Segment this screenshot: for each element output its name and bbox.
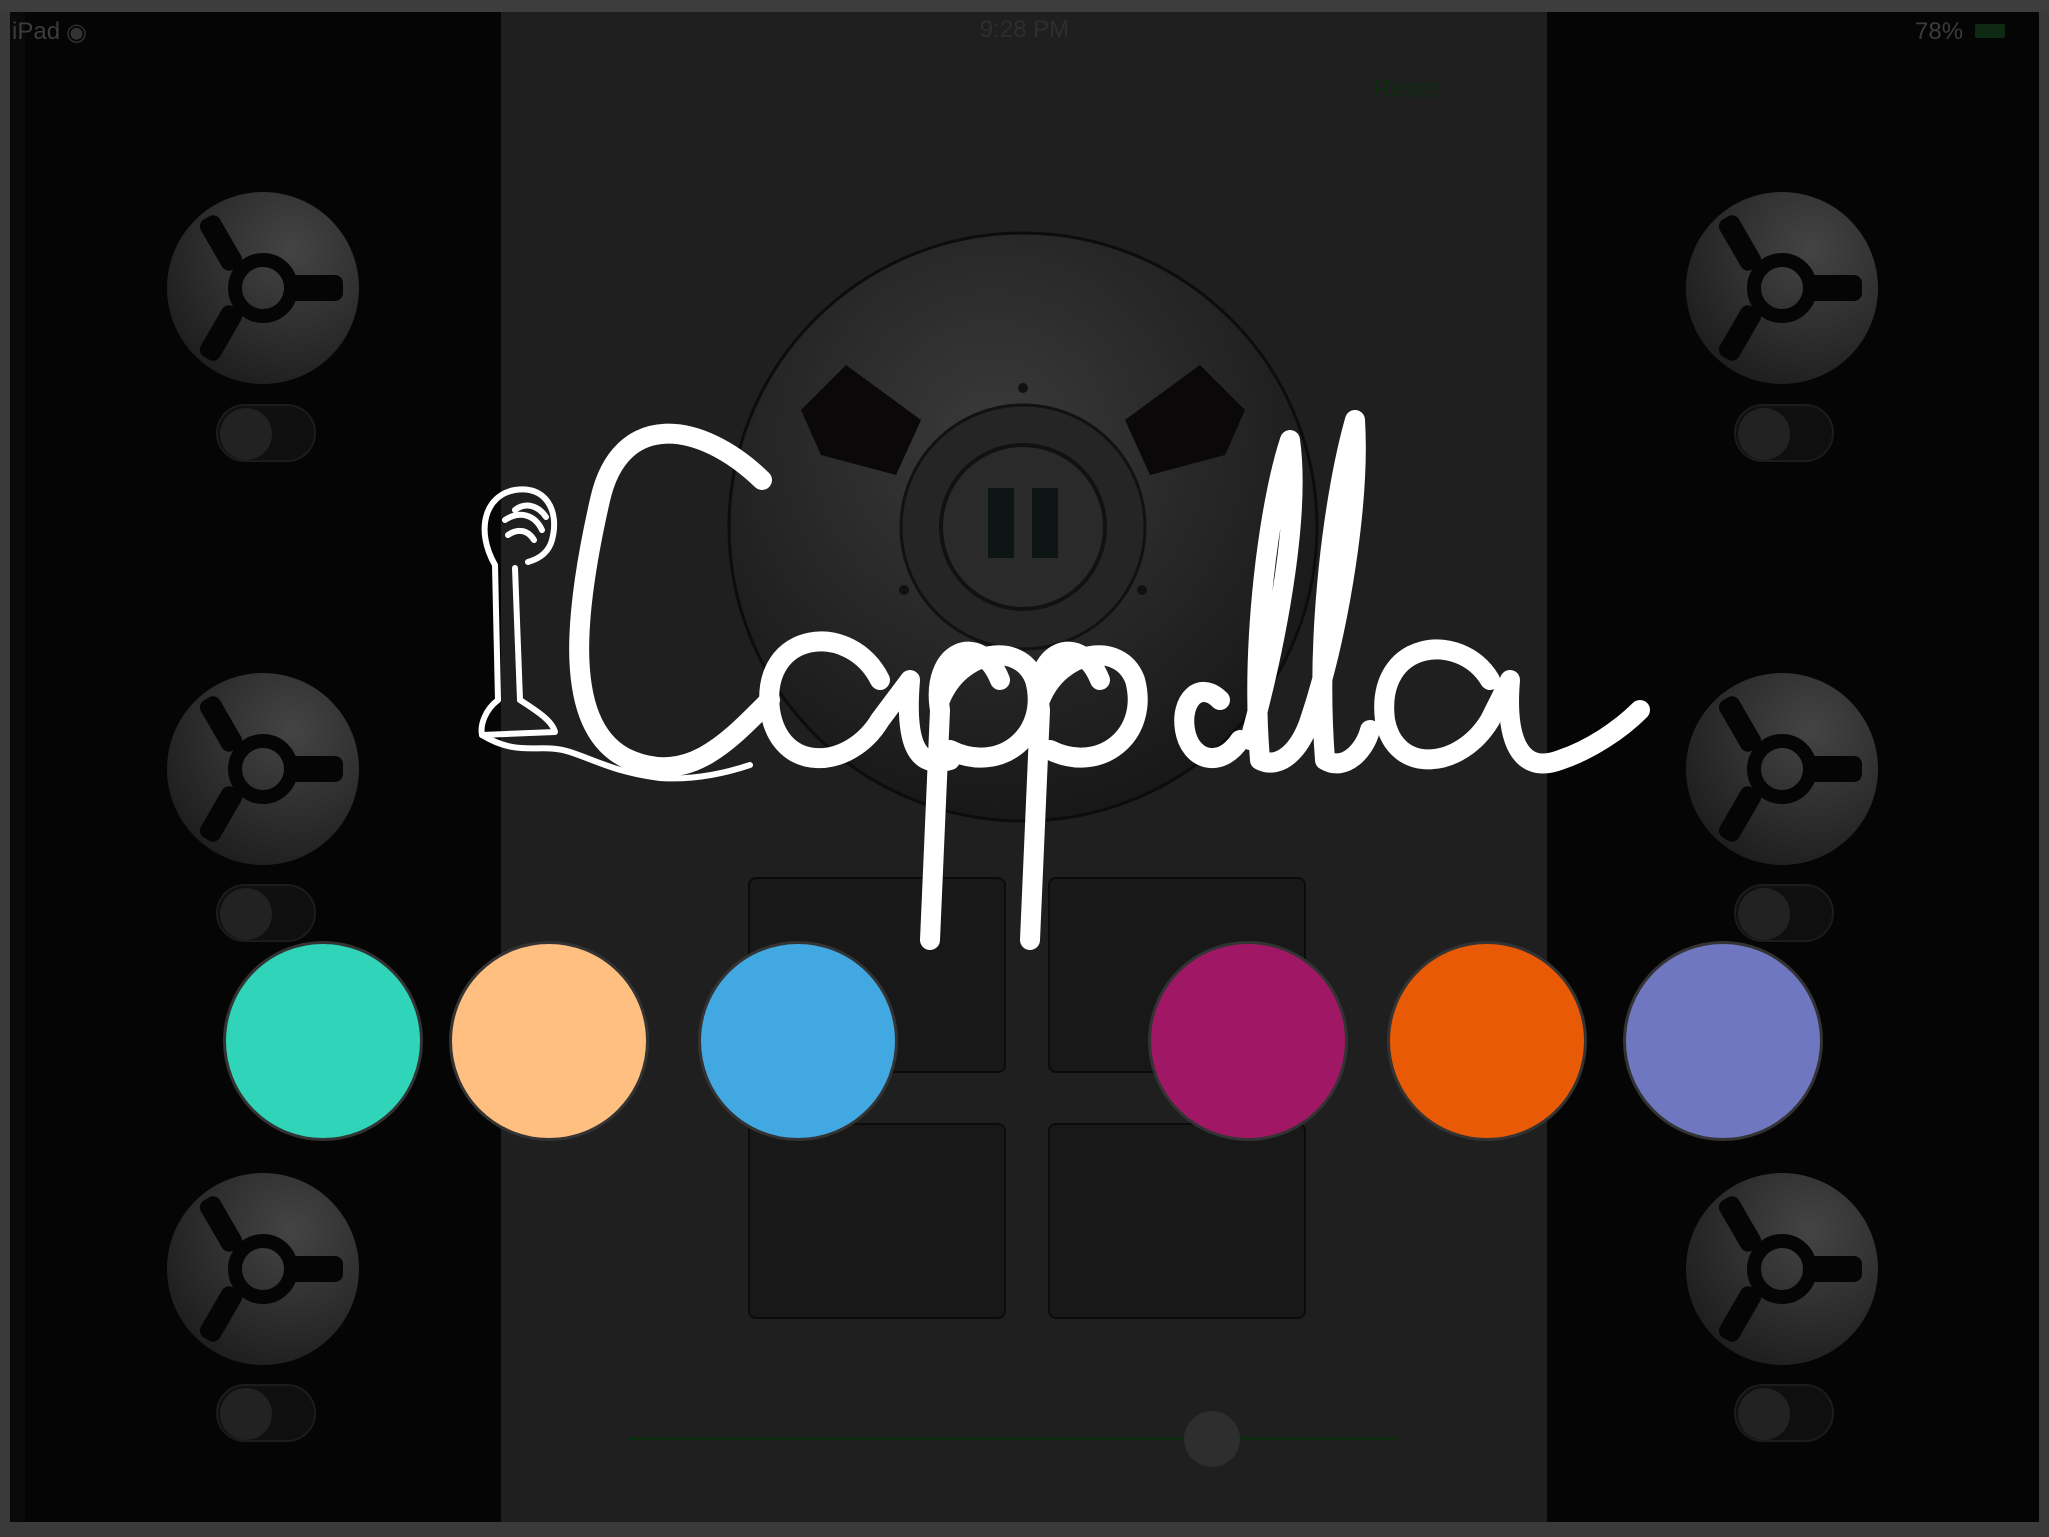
clock: 9:28 PM [979,16,1070,43]
logo-script [569,410,1650,950]
track-reel-right-2[interactable] [1684,671,1880,867]
toggle-knob [220,1388,272,1440]
track-reel-right-3[interactable] [1684,1171,1880,1367]
top-border [0,0,2049,12]
sound-pad-3[interactable] [748,1123,1006,1319]
sound-pad-4[interactable] [1048,1123,1306,1319]
toggle-knob [1738,1388,1790,1440]
track-toggle-right-2[interactable] [1734,884,1834,942]
reset-button[interactable]: Reset [1373,75,1443,105]
bottom-border [0,1522,2049,1537]
icappella-logo [478,410,1650,950]
track-reel-right-1[interactable] [1684,190,1880,386]
color-swatch-teal[interactable] [223,941,423,1141]
toggle-knob [220,408,272,460]
volume-slider-thumb[interactable] [1184,1411,1241,1467]
app-screen: iPad ◉ 9:28 PM 78% Reset [0,0,2049,1537]
track-toggle-left-1[interactable] [216,404,316,462]
track-toggle-left-3[interactable] [216,1384,316,1442]
microphone-icon [478,486,753,782]
toggle-knob [220,888,272,940]
track-reel-left-1[interactable] [165,190,361,386]
track-reel-left-3[interactable] [165,1171,361,1367]
track-toggle-left-2[interactable] [216,884,316,942]
volume-slider-track[interactable] [627,1437,1397,1440]
left-edge [10,12,25,1522]
battery-percent: 78% [1915,18,1964,45]
track-toggle-right-1[interactable] [1734,404,1834,462]
toggle-knob [1738,408,1790,460]
toggle-knob [1738,888,1790,940]
track-reel-left-2[interactable] [165,671,361,867]
track-toggle-right-3[interactable] [1734,1384,1834,1442]
battery-icon [1975,24,2005,38]
